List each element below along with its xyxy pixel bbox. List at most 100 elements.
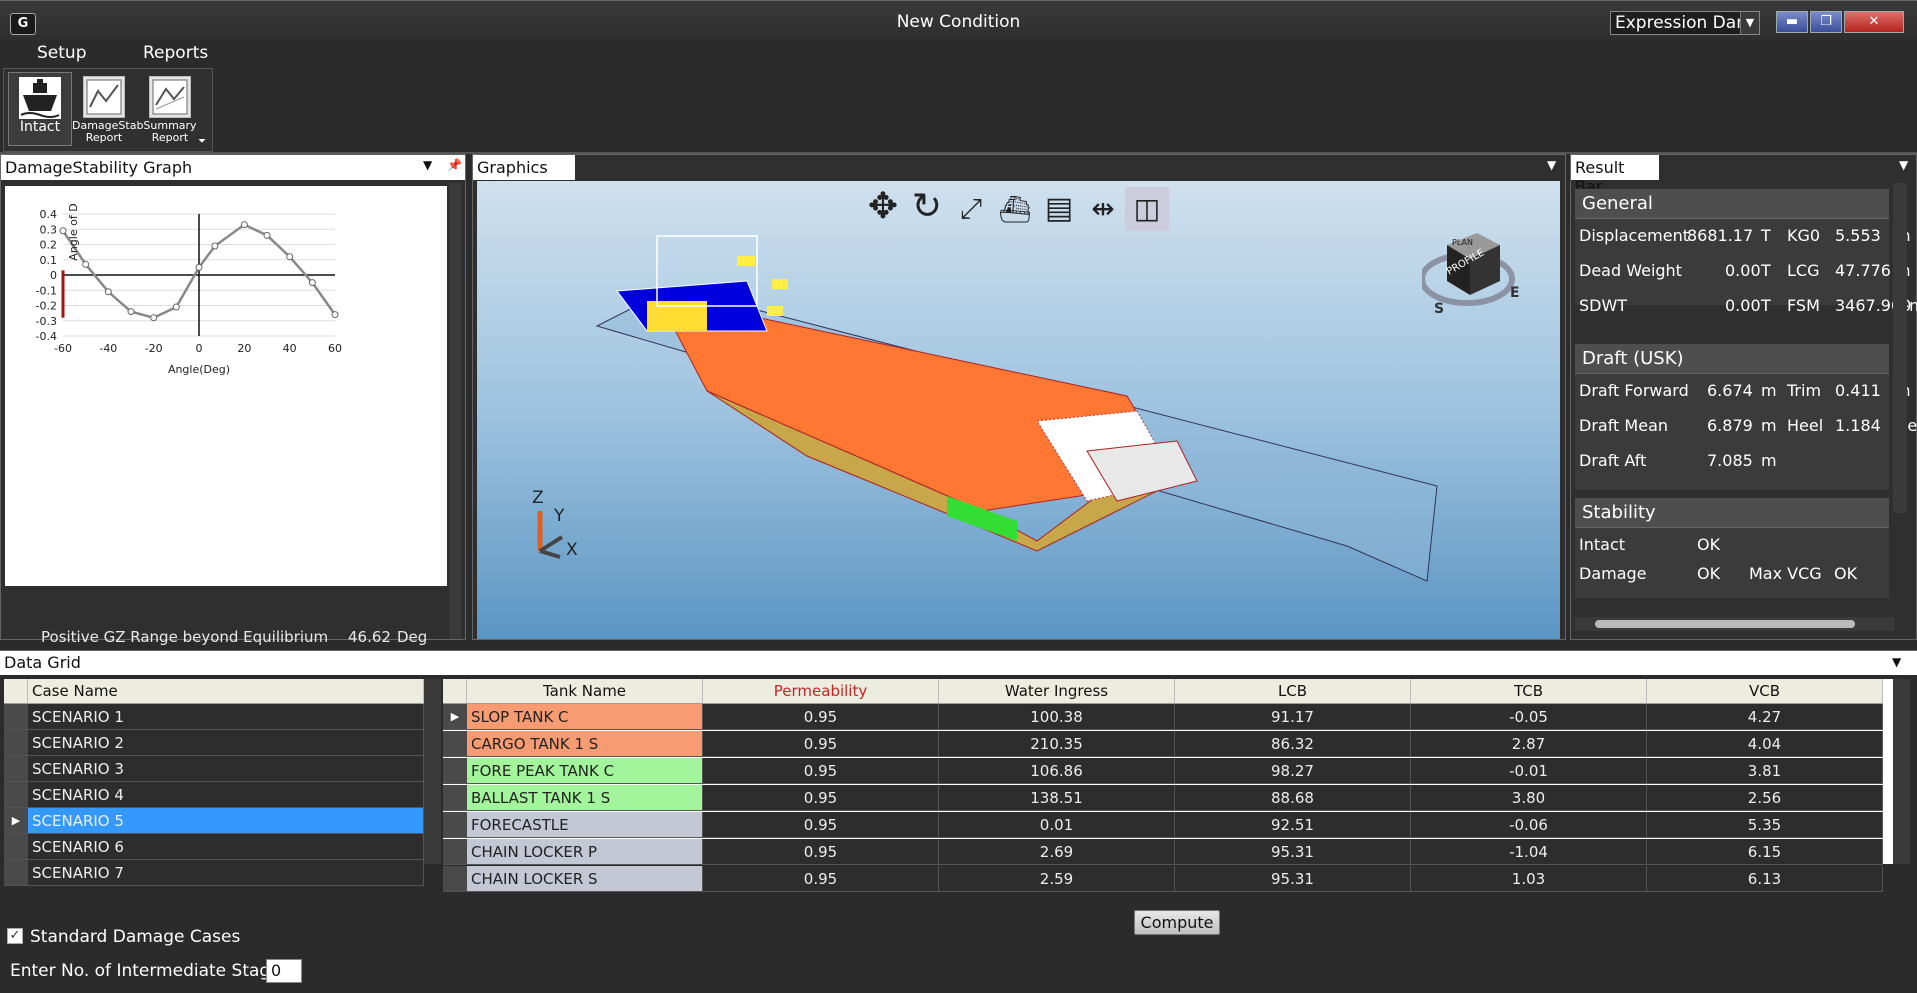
tank-col-header[interactable]: VCB [1647,679,1883,704]
intermediate-stages-input[interactable]: 0 [266,959,302,983]
tank-name-cell[interactable]: FORE PEAK TANK C [467,758,703,784]
tank-value-cell[interactable]: -0.01 [1411,758,1647,784]
case-name-cell[interactable]: SCENARIO 1 [28,704,424,730]
scrollbar[interactable] [1893,679,1910,864]
tank-value-cell[interactable]: 5.35 [1647,812,1883,838]
chevron-down-icon[interactable]: ▼ [1547,158,1556,172]
tank-row[interactable]: ▶ SLOP TANK C 0.95 100.38 91.17 -0.05 4.27 [443,704,1893,730]
row-header[interactable] [443,812,467,838]
tank-value-cell[interactable]: 3.80 [1411,785,1647,811]
row-header[interactable] [4,756,28,782]
tank-value-cell[interactable]: 0.01 [939,812,1175,838]
damagestab-report-button[interactable]: DamageStab Report [72,72,143,146]
tank-col-header[interactable]: Permeability [703,679,939,704]
tank-row[interactable]: CARGO TANK 1 S 0.95 210.35 86.32 2.87 4.04 [443,731,1893,757]
row-header[interactable] [443,731,467,757]
tank-row[interactable]: BALLAST TANK 1 S 0.95 138.51 88.68 3.80 2.56 [443,785,1893,811]
tank-value-cell[interactable]: 0.95 [703,785,939,811]
row-header[interactable]: ▶ [4,808,28,834]
summary-report-button[interactable]: Summary Report [138,72,202,146]
tank-value-cell[interactable]: -1.04 [1411,839,1647,865]
tank-col-header[interactable]: Tank Name [467,679,703,704]
tank-col-header[interactable]: Water Ingress [939,679,1175,704]
row-header[interactable] [4,860,28,886]
tank-value-cell[interactable]: 95.31 [1175,839,1411,865]
case-row[interactable]: SCENARIO 4 [4,782,424,808]
case-row[interactable]: SCENARIO 6 [4,834,424,860]
row-header[interactable]: ▶ [443,704,467,730]
row-header[interactable] [4,834,28,860]
close-button[interactable]: ✕ [1844,11,1904,33]
tank-value-cell[interactable]: 0.95 [703,866,939,892]
row-header[interactable] [4,730,28,756]
ribbon-expand-icon[interactable]: ⏷ [198,136,206,147]
tank-col-header[interactable]: LCB [1175,679,1411,704]
tank-name-cell[interactable]: CHAIN LOCKER P [467,839,703,865]
tank-value-cell[interactable]: 88.68 [1175,785,1411,811]
scrollbar-thumb[interactable] [1595,620,1855,628]
tank-value-cell[interactable]: 92.51 [1175,812,1411,838]
tank-value-cell[interactable]: 0.95 [703,758,939,784]
tank-value-cell[interactable]: 6.13 [1647,866,1883,892]
tank-value-cell[interactable]: 106.86 [939,758,1175,784]
tank-name-cell[interactable]: CHAIN LOCKER S [467,866,703,892]
case-name-cell[interactable]: SCENARIO 4 [28,782,424,808]
tank-col-header[interactable]: TCB [1411,679,1647,704]
case-name-cell[interactable]: SCENARIO 3 [28,756,424,782]
tank-value-cell[interactable]: 4.04 [1647,731,1883,757]
tank-value-cell[interactable]: 86.32 [1175,731,1411,757]
case-row[interactable]: SCENARIO 3 [4,756,424,782]
row-header[interactable] [4,782,28,808]
chevron-down-icon[interactable]: ▼ [1740,12,1759,34]
case-name-cell[interactable]: SCENARIO 5 [28,808,424,834]
tank-value-cell[interactable]: 2.56 [1647,785,1883,811]
tank-name-cell[interactable]: SLOP TANK C [467,704,703,730]
intact-button[interactable]: Intact [8,72,72,146]
tank-value-cell[interactable]: 100.38 [939,704,1175,730]
case-row[interactable]: SCENARIO 1 [4,704,424,730]
tank-name-cell[interactable]: BALLAST TANK 1 S [467,785,703,811]
chevron-down-icon[interactable]: ▼ [423,158,432,172]
view-cube[interactable]: PLAN PROFILE E S [1419,227,1532,317]
case-name-cell[interactable]: SCENARIO 2 [28,730,424,756]
tank-value-cell[interactable]: 6.15 [1647,839,1883,865]
tank-value-cell[interactable]: 2.69 [939,839,1175,865]
theme-select[interactable]: Expression Dark [1610,11,1760,35]
tank-value-cell[interactable]: 0.95 [703,812,939,838]
tank-value-cell[interactable]: -0.06 [1411,812,1647,838]
case-row[interactable]: ▶ SCENARIO 5 [4,808,424,834]
scrollbar[interactable] [1893,183,1907,513]
pin-icon[interactable]: 📌 [447,158,462,172]
case-name-cell[interactable]: SCENARIO 7 [28,860,424,886]
tank-value-cell[interactable]: 0.95 [703,839,939,865]
case-row[interactable]: SCENARIO 7 [4,860,424,886]
tank-value-cell[interactable]: 95.31 [1175,866,1411,892]
tank-row[interactable]: FORE PEAK TANK C 0.95 106.86 98.27 -0.01 3.81 [443,758,1893,784]
scrollbar[interactable] [449,183,461,639]
case-row[interactable]: SCENARIO 2 [4,730,424,756]
tank-value-cell[interactable]: -0.05 [1411,704,1647,730]
tank-value-cell[interactable]: 0.95 [703,731,939,757]
tank-row[interactable]: CHAIN LOCKER P 0.95 2.69 95.31 -1.04 6.15 [443,839,1893,865]
row-header[interactable] [443,758,467,784]
tank-row[interactable]: FORECASTLE 0.95 0.01 92.51 -0.06 5.35 [443,812,1893,838]
case-name-cell[interactable]: SCENARIO 6 [28,834,424,860]
minimize-button[interactable]: ▬ [1776,11,1808,33]
tank-name-cell[interactable]: CARGO TANK 1 S [467,731,703,757]
row-header[interactable] [4,704,28,730]
tank-value-cell[interactable]: 3.81 [1647,758,1883,784]
tank-value-cell[interactable]: 4.27 [1647,704,1883,730]
row-header[interactable] [443,839,467,865]
tank-value-cell[interactable]: 210.35 [939,731,1175,757]
chevron-down-icon[interactable]: ▼ [1892,655,1901,669]
standard-damage-checkbox[interactable]: ✓ [7,928,23,944]
menu-setup[interactable]: Setup [37,43,86,63]
menu-reports[interactable]: Reports [143,43,208,63]
row-header[interactable] [443,785,467,811]
tank-value-cell[interactable]: 1.03 [1411,866,1647,892]
tank-row[interactable]: CHAIN LOCKER S 0.95 2.59 95.31 1.03 6.13 [443,866,1893,892]
tank-value-cell[interactable]: 0.95 [703,704,939,730]
maximize-button[interactable]: ❐ [1810,11,1842,33]
tank-value-cell[interactable]: 91.17 [1175,704,1411,730]
chevron-down-icon[interactable]: ▼ [1899,158,1908,172]
